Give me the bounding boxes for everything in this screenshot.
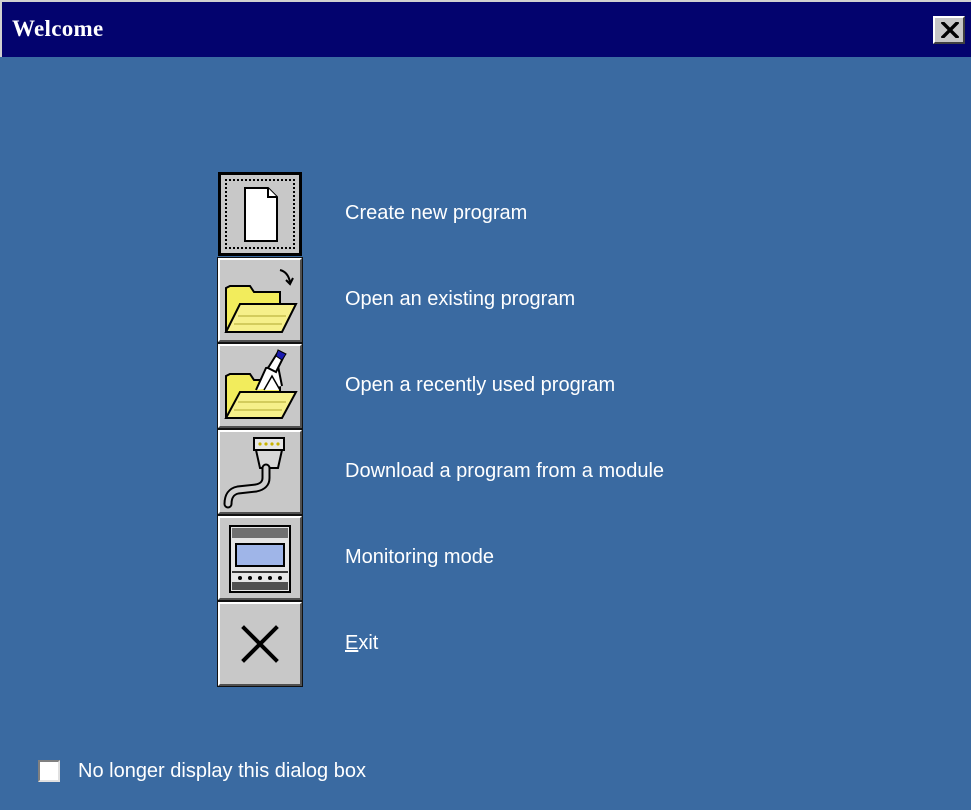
monitoring-mode-option[interactable]: Monitoring mode	[217, 515, 778, 601]
open-existing-program-label: Open an existing program	[345, 288, 576, 310]
open-folder-icon	[224, 269, 298, 333]
no-longer-display-checkbox[interactable]	[38, 760, 60, 782]
exit-option[interactable]: Exit	[217, 601, 778, 687]
open-existing-program-option[interactable]: Open an existing program	[217, 257, 778, 343]
open-recent-program-label: Open a recently used program	[345, 374, 616, 396]
download-program-option[interactable]: Download a program from a module	[217, 429, 778, 515]
create-new-program-option[interactable]: Create new program	[218, 172, 778, 256]
serial-cable-icon	[223, 437, 285, 509]
exit-label: Exit	[345, 632, 378, 655]
new-document-icon	[244, 187, 278, 242]
exit-mnemonic: E	[345, 632, 359, 654]
download-program-button[interactable]	[217, 429, 303, 515]
close-button[interactable]	[933, 16, 965, 44]
exit-button[interactable]	[217, 601, 303, 687]
open-recent-program-button[interactable]	[217, 343, 303, 429]
window-title: Welcome	[12, 16, 104, 41]
title-bar: Welcome	[0, 0, 971, 57]
module-monitor-icon	[229, 525, 291, 593]
create-new-program-label: Create new program	[345, 202, 528, 224]
exit-x-icon	[241, 625, 279, 663]
monitoring-mode-button[interactable]	[217, 515, 303, 601]
close-icon	[941, 22, 959, 38]
no-longer-display-option[interactable]: No longer display this dialog box	[38, 760, 458, 784]
monitoring-mode-label: Monitoring mode	[345, 546, 494, 568]
recent-folder-icon	[224, 349, 298, 419]
create-new-program-button[interactable]	[218, 172, 302, 256]
welcome-dialog: Welcome Create new program Open an exist…	[0, 0, 971, 810]
no-longer-display-label: No longer display this dialog box	[78, 760, 366, 782]
download-program-label: Download a program from a module	[345, 460, 665, 482]
open-recent-program-option[interactable]: Open a recently used program	[217, 343, 778, 429]
exit-label-rest: xit	[358, 632, 379, 654]
open-existing-program-button[interactable]	[217, 257, 303, 343]
